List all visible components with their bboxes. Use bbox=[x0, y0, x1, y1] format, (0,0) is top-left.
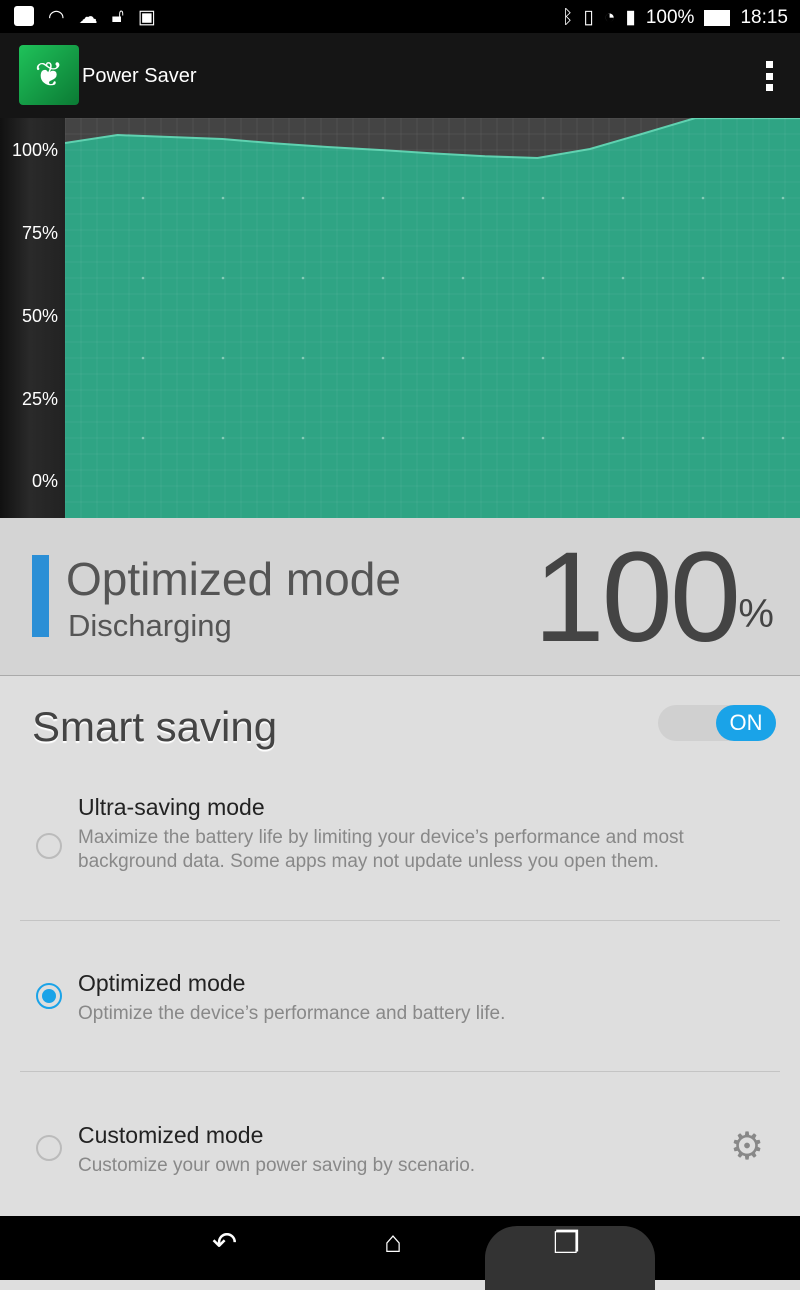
divider bbox=[20, 920, 780, 921]
app-bar: ❦ Power Saver bbox=[0, 33, 800, 118]
grid-dot bbox=[301, 276, 305, 280]
mode-accent-bar bbox=[32, 555, 49, 637]
grid-dot bbox=[701, 196, 705, 200]
grid-dot bbox=[381, 276, 385, 280]
grid-dot bbox=[701, 356, 705, 360]
grid-dot bbox=[781, 196, 785, 200]
sd-card-icon: ▮ bbox=[625, 7, 636, 28]
clock: 18:15 bbox=[740, 6, 788, 28]
toggle-state: ON bbox=[716, 705, 776, 741]
grid-dot bbox=[221, 436, 225, 440]
status-bar: ◠ ☁ 🔓︎ ▣ ᛒ ▯ ◔ ▮ 100% 18:15 bbox=[0, 0, 800, 33]
grid-dot bbox=[461, 356, 465, 360]
y-tick-label: 100% bbox=[11, 140, 58, 160]
battery-level-unit: % bbox=[738, 592, 774, 636]
grid-dot bbox=[301, 436, 305, 440]
grid-dot bbox=[381, 436, 385, 440]
option-description: Maximize the battery life by limiting yo… bbox=[78, 827, 684, 872]
battery-level: 100 bbox=[533, 526, 741, 669]
grid-dot bbox=[141, 196, 145, 200]
current-mode: Optimized mode bbox=[66, 553, 401, 605]
grid-dot bbox=[621, 276, 625, 280]
battery-plot bbox=[65, 118, 800, 518]
grid-dot bbox=[381, 196, 385, 200]
bluetooth-icon: ᛒ bbox=[562, 6, 574, 28]
option-description: Optimize the device’s performance and ba… bbox=[78, 1003, 506, 1024]
grid-dot bbox=[221, 196, 225, 200]
wifi-icon: ◔ bbox=[603, 6, 616, 28]
y-tick-label: 25% bbox=[21, 389, 58, 409]
gallery-notification-icon bbox=[14, 6, 34, 26]
charging-state: Discharging bbox=[68, 608, 232, 643]
grid-dot bbox=[221, 276, 225, 280]
option-title: Ultra-saving mode bbox=[78, 794, 265, 820]
grid-dot bbox=[701, 276, 705, 280]
grid-dot bbox=[141, 356, 145, 360]
grid-dot bbox=[301, 356, 305, 360]
grid-dot bbox=[781, 276, 785, 280]
grid-dot bbox=[221, 356, 225, 360]
battery-chart: 100% 75% 50% 25% 0% bbox=[0, 118, 800, 518]
grid-dot bbox=[461, 276, 465, 280]
clipboard-icon: ▣ bbox=[137, 7, 156, 28]
grid-dot bbox=[141, 276, 145, 280]
radio-button[interactable] bbox=[36, 1135, 62, 1161]
back-icon[interactable]: ↶ bbox=[212, 1226, 237, 1261]
power-saver-leaf-icon: ❦ bbox=[19, 45, 79, 105]
vibrate-icon: ▯ bbox=[583, 7, 594, 28]
battery-icon bbox=[704, 9, 731, 26]
lock-icon: 🔓︎ bbox=[111, 6, 124, 27]
grid-dot bbox=[781, 436, 785, 440]
grid-dot bbox=[701, 436, 705, 440]
grid-dot bbox=[541, 196, 545, 200]
recent-apps-icon[interactable]: ❐ bbox=[553, 1226, 580, 1261]
navigation-bar: ↶ ⌂ ❐ bbox=[0, 1216, 800, 1290]
radio-button-selected[interactable] bbox=[36, 983, 62, 1009]
grid-dot bbox=[541, 276, 545, 280]
divider bbox=[20, 1071, 780, 1072]
grid-dot bbox=[141, 436, 145, 440]
radio-button[interactable] bbox=[36, 833, 62, 859]
app-title: Power Saver bbox=[82, 65, 197, 87]
grid-dot bbox=[301, 196, 305, 200]
grid-dot bbox=[381, 356, 385, 360]
grid-dot bbox=[541, 436, 545, 440]
grid-dot bbox=[621, 196, 625, 200]
smart-saving-title: Smart saving bbox=[32, 703, 278, 750]
grid-dot bbox=[621, 356, 625, 360]
home-icon[interactable]: ⌂ bbox=[384, 1226, 402, 1260]
grid-dot bbox=[781, 356, 785, 360]
grid-dot bbox=[461, 436, 465, 440]
grid-dot bbox=[541, 356, 545, 360]
smart-saving-toggle[interactable]: ON bbox=[658, 705, 776, 741]
option-title: Optimized mode bbox=[78, 970, 246, 996]
y-tick-label: 75% bbox=[21, 223, 58, 243]
cloud-upload-icon: ☁ bbox=[78, 7, 98, 28]
gear-icon[interactable]: ⚙ bbox=[730, 1128, 764, 1166]
grid-dot bbox=[461, 196, 465, 200]
y-tick-label: 50% bbox=[21, 306, 58, 326]
battery-status-panel: Optimized mode Discharging 100 % bbox=[0, 518, 800, 676]
option-title: Customized mode bbox=[78, 1122, 264, 1148]
overflow-menu-icon[interactable] bbox=[766, 61, 774, 91]
battery-percent: 100% bbox=[645, 6, 695, 28]
cast-icon: ◠ bbox=[48, 7, 65, 28]
y-tick-label: 0% bbox=[31, 471, 58, 491]
grid-dot bbox=[621, 436, 625, 440]
option-description: Customize your own power saving by scena… bbox=[78, 1155, 476, 1176]
